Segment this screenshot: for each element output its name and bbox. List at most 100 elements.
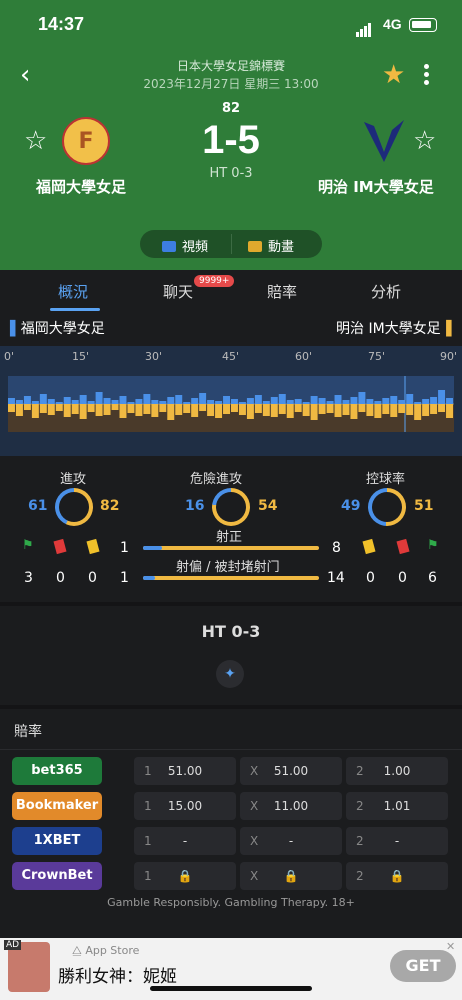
momentum-bar-home	[350, 397, 358, 404]
momentum-bar-away	[310, 404, 318, 420]
video-button[interactable]: 視頻	[162, 236, 208, 255]
tab-overview[interactable]: 概況	[58, 281, 88, 302]
odds-cell[interactable]: 2-	[346, 827, 448, 855]
more-menu-icon[interactable]	[424, 64, 430, 88]
home-yellow: 0	[88, 570, 97, 586]
home-red-card-icon	[53, 538, 67, 555]
bookmaker-logo[interactable]: 1XBET	[12, 827, 102, 855]
momentum-bar-home	[175, 395, 183, 404]
ad-get-button[interactable]: GET	[390, 950, 456, 982]
momentum-bar-home	[294, 399, 302, 404]
momentum-bar-away	[223, 404, 230, 414]
momentum-bar-away	[207, 404, 215, 416]
momentum-bar-away	[127, 404, 135, 413]
momentum-bar-away	[55, 404, 63, 411]
match-header: 14:37 4G ‹ 日本大學女足錦標賽 2023年12月27日 星期三 13:…	[0, 0, 462, 270]
momentum-bar-away	[294, 404, 302, 412]
momentum-bar-away	[135, 404, 143, 416]
momentum-bar-home	[318, 398, 326, 404]
momentum-bar-away	[87, 404, 95, 412]
odds-cell[interactable]: X-	[240, 827, 342, 855]
shots-on-away: 8	[332, 540, 341, 556]
momentum-bar-away	[286, 404, 294, 418]
animation-button[interactable]: 動畫	[248, 236, 294, 255]
momentum-bar-home	[63, 397, 71, 404]
shots-on-home: 1	[120, 540, 129, 556]
bookmaker-logo[interactable]: Bookmaker	[12, 792, 102, 820]
bookmaker-logo[interactable]: CrownBet	[12, 862, 102, 890]
momentum-bar-home	[422, 399, 430, 404]
home-red: 0	[56, 570, 65, 586]
halftime-section-label: HT 0-3	[201, 622, 261, 641]
momentum-bar-away	[382, 404, 390, 414]
ad-close-icon[interactable]: ✕	[446, 940, 455, 953]
momentum-bar-away	[430, 404, 438, 414]
media-toggle: 視頻 動畫	[140, 230, 322, 258]
odds-cell[interactable]: X 🔒	[240, 862, 342, 890]
ad-tag: AD	[4, 940, 22, 950]
momentum-bar-home	[390, 396, 398, 404]
odds-cell[interactable]: 1-	[134, 827, 236, 855]
momentum-bar-home	[286, 400, 294, 404]
away-yellow-card-icon	[362, 538, 376, 555]
momentum-bar-home	[71, 400, 79, 404]
momentum-bar-home	[238, 402, 246, 404]
momentum-bar-home	[414, 402, 422, 404]
momentum-bar-away	[334, 404, 342, 417]
odds-cell[interactable]: 1 51.00	[134, 757, 236, 785]
tab-analysis[interactable]: 分析	[371, 281, 401, 302]
momentum-bar-home	[398, 400, 406, 404]
momentum-bar-away	[254, 404, 262, 413]
chat-badge: 9999+	[194, 275, 235, 287]
odds-cell[interactable]: 2 🔒	[346, 862, 448, 890]
momentum-bar-home	[8, 398, 15, 404]
odds-title: 賠率	[14, 724, 42, 740]
momentum-bar-away	[438, 404, 446, 412]
momentum-bar-home	[47, 399, 55, 404]
momentum-bar-home	[191, 398, 199, 404]
shots-off-bar	[143, 576, 319, 580]
momentum-bar-away	[414, 404, 422, 420]
momentum-bar-home	[103, 398, 111, 404]
odds-cell[interactable]: 2 1.01	[346, 792, 448, 820]
momentum-bar-away	[31, 404, 39, 418]
ad-app-name: 勝利女神：妮姬	[58, 967, 177, 987]
momentum-bar-home	[334, 395, 342, 404]
match-minute: 82	[221, 101, 241, 116]
momentum-bar-away	[262, 404, 270, 416]
momentum-bar-home	[135, 399, 143, 404]
attack-home: 61	[28, 498, 48, 514]
momentum-bar-home	[87, 401, 95, 404]
momentum-bar-home	[159, 401, 167, 404]
network-label: 4G	[383, 16, 402, 32]
momentum-bar-away	[422, 404, 430, 416]
odds-cell[interactable]: X 51.00	[240, 757, 342, 785]
away-red: 0	[398, 570, 407, 586]
shots-on-label: 射正	[216, 530, 243, 545]
momentum-bar-away	[8, 404, 15, 412]
odds-cell[interactable]: X 11.00	[240, 792, 342, 820]
tab-chat[interactable]: 聊天	[163, 281, 193, 302]
momentum-bar-away	[390, 404, 398, 417]
momentum-bar-away	[23, 404, 31, 410]
momentum-bar-away	[191, 404, 199, 417]
momentum-bar-home	[39, 394, 47, 404]
momentum-bar-away	[246, 404, 254, 419]
tl-mark-0: 0'	[4, 350, 15, 363]
momentum-bar-home	[358, 392, 366, 404]
ad-store-label: ⧋ App Store	[72, 944, 140, 957]
momentum-bar-away	[231, 404, 238, 412]
favorite-star-icon[interactable]: ★	[382, 60, 405, 90]
tab-odds[interactable]: 賠率	[267, 281, 297, 302]
odds-cell[interactable]: 1 🔒	[134, 862, 236, 890]
momentum-bar-home	[366, 399, 374, 404]
odds-cell[interactable]: 2 1.00	[346, 757, 448, 785]
odds-cell[interactable]: 1 15.00	[134, 792, 236, 820]
momentum-bar-away	[406, 404, 414, 415]
attack-away: 82	[100, 498, 120, 514]
momentum-bar-home	[438, 390, 446, 404]
home-yellow-card-icon	[86, 538, 100, 555]
momentum-bar-away	[111, 404, 119, 410]
possession-ring	[368, 488, 406, 526]
bookmaker-logo[interactable]: bet365	[12, 757, 102, 785]
